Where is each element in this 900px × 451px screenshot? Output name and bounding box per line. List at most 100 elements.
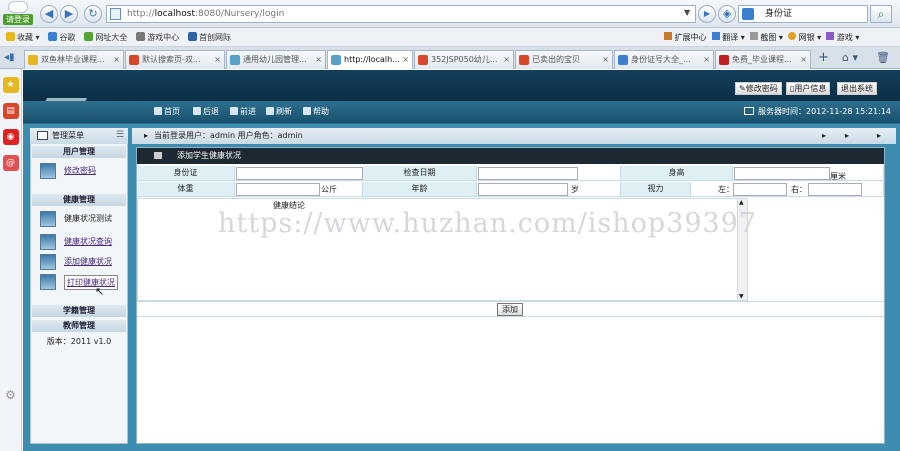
scroll-down-icon[interactable]: ▼: [739, 293, 744, 300]
arrow-right-icon[interactable]: ▸: [877, 128, 881, 144]
search-engine-icon[interactable]: [742, 8, 754, 20]
screenshot-tool[interactable]: 截图 ▾: [749, 32, 783, 42]
height-input[interactable]: [734, 167, 830, 180]
forward-button[interactable]: ▶: [60, 5, 78, 23]
tab-5[interactable]: 352JSP050幼儿... ×: [414, 50, 514, 69]
nav-help[interactable]: 帮助: [303, 106, 329, 117]
fav-google[interactable]: 谷歌: [48, 32, 75, 43]
login-widget[interactable]: 请登录: [0, 0, 36, 26]
tool-label: 截图: [760, 33, 777, 42]
age-input[interactable]: [478, 183, 568, 196]
arrow-right-icon[interactable]: ▸: [822, 128, 826, 144]
nav-label: 后退: [203, 107, 219, 116]
close-icon[interactable]: ×: [402, 51, 409, 68]
tab-label: http://localh...: [344, 55, 400, 64]
fav-collect[interactable]: 收藏 ▾: [6, 32, 40, 43]
go-button[interactable]: ▶: [698, 5, 716, 23]
nav-label: 刷新: [276, 107, 292, 116]
nav-label: 帮助: [313, 107, 329, 116]
age-unit: 岁: [571, 185, 579, 194]
back-button[interactable]: ◀: [40, 5, 58, 23]
address-bar[interactable]: http://localhost:8080/Nursery/login: [106, 5, 696, 23]
arrow-left-icon: ◀: [44, 7, 54, 20]
logout-button[interactable]: 退出系统: [837, 82, 877, 95]
browser-sidebar: ★ ▤ ◉ @ ⚙: [0, 69, 22, 451]
tab-2[interactable]: 默认搜索页-双... ×: [125, 50, 225, 69]
menu-item-label: 打印健康状况: [64, 275, 118, 290]
arrow-right-icon: ▶: [64, 7, 74, 20]
translate-tool[interactable]: 翻译 ▾: [711, 32, 745, 42]
site-icon: [188, 32, 198, 41]
site-icon: [618, 55, 628, 65]
menu-item-change-password[interactable]: 修改密码: [40, 162, 124, 180]
label-weight: 体重: [137, 182, 235, 197]
menu-item-health-print[interactable]: 打印健康状况: [40, 273, 124, 291]
menu-item-label: 修改密码: [64, 166, 96, 175]
date-input[interactable]: [478, 167, 578, 180]
tab-7[interactable]: 身份证号大全_... ×: [614, 50, 714, 69]
id-input[interactable]: [236, 167, 363, 180]
address-prefix: http://: [127, 9, 155, 19]
nav-home[interactable]: 首页: [154, 106, 180, 117]
menu-section-health[interactable]: 健康管理: [32, 194, 126, 206]
weight-input[interactable]: [236, 183, 320, 196]
vision-right-input[interactable]: [808, 183, 862, 196]
ebank-tool[interactable]: 网银 ▾: [788, 32, 821, 42]
nav-refresh[interactable]: 刷新: [266, 106, 292, 117]
tool-label: 游戏: [836, 33, 853, 42]
user-info-button[interactable]: ▯用户信息: [786, 82, 831, 95]
close-icon[interactable]: ×: [113, 51, 120, 68]
menu-item-health-test[interactable]: 健康状况测试: [40, 210, 124, 228]
vision-left-input[interactable]: [733, 183, 787, 196]
scroll-up-icon[interactable]: ▲: [739, 199, 744, 206]
gear-icon[interactable]: ⚙: [3, 387, 19, 403]
search-input[interactable]: 身份证: [738, 5, 868, 23]
server-time: 服务器时间：2012-11-28 15:21:14: [744, 106, 891, 117]
collapse-icon[interactable]: ☰: [116, 130, 124, 140]
search-button[interactable]: ⌕: [870, 5, 892, 23]
sidebar-toggle-icon[interactable]: ◂▮: [4, 52, 15, 63]
menu-item-health-add[interactable]: 添加健康状况: [40, 253, 124, 271]
menu-section-course[interactable]: 学籍管理: [32, 305, 126, 317]
extension-center[interactable]: 扩展中心: [664, 32, 707, 42]
nav-forward[interactable]: 前进: [230, 106, 256, 117]
menu-section-teacher[interactable]: 教师管理: [32, 320, 126, 332]
new-tab-icon[interactable]: +: [818, 50, 829, 65]
menu-item-health-query[interactable]: 健康状况查询: [40, 233, 124, 251]
fav-label: 谷歌: [59, 33, 76, 42]
close-icon[interactable]: ×: [602, 51, 609, 68]
change-password-button[interactable]: ✎修改密码: [735, 82, 782, 95]
home-icon: [154, 107, 162, 115]
mail-icon[interactable]: @: [2, 155, 19, 171]
weibo-icon[interactable]: ◉: [2, 129, 19, 145]
dropdown-arrow-icon[interactable]: ▼: [684, 8, 690, 17]
close-icon[interactable]: ×: [315, 51, 322, 68]
menu-section-user[interactable]: 用户管理: [32, 146, 126, 158]
tab-6[interactable]: 已卖出的宝贝 ×: [515, 50, 613, 69]
home-icon[interactable]: ⌂ ▾: [842, 51, 858, 64]
tool-label: 翻译: [722, 33, 739, 42]
nav-back[interactable]: 后退: [193, 106, 219, 117]
fav-shouchuang[interactable]: 首创网际: [188, 32, 231, 43]
fav-games[interactable]: 游戏中心: [136, 32, 179, 43]
close-icon[interactable]: ×: [503, 51, 510, 68]
game-tool[interactable]: 游戏 ▾: [826, 32, 859, 42]
fav-sites[interactable]: 网址大全: [84, 32, 127, 43]
tab-3[interactable]: 通用幼儿园管理... ×: [226, 50, 326, 69]
calendar-icon[interactable]: ▤: [2, 103, 19, 119]
add-button[interactable]: 添加: [497, 303, 523, 316]
close-icon[interactable]: ×: [703, 51, 710, 68]
refresh-button[interactable]: ↻: [84, 5, 102, 23]
security-shield-icon[interactable]: ◈: [718, 5, 736, 23]
trash-icon[interactable]: 🗑: [876, 51, 890, 64]
tab-4[interactable]: http://localh... ×: [327, 50, 413, 69]
close-icon[interactable]: ×: [214, 51, 221, 68]
button-label: 用户信息: [794, 84, 827, 93]
tab-8[interactable]: 免费_毕业课程... ×: [715, 50, 811, 69]
close-icon[interactable]: ×: [800, 51, 807, 68]
tab-strip: ◂▮ 双鱼林毕业课程... × 默认搜索页-双... × 通用幼儿园管理... × h…: [0, 47, 900, 69]
arrow-right-icon[interactable]: ▸: [845, 128, 849, 144]
star-icon[interactable]: ★: [2, 77, 19, 93]
tab-1[interactable]: 双鱼林毕业课程... ×: [24, 50, 124, 69]
pencil-icon: ✎: [739, 84, 746, 93]
